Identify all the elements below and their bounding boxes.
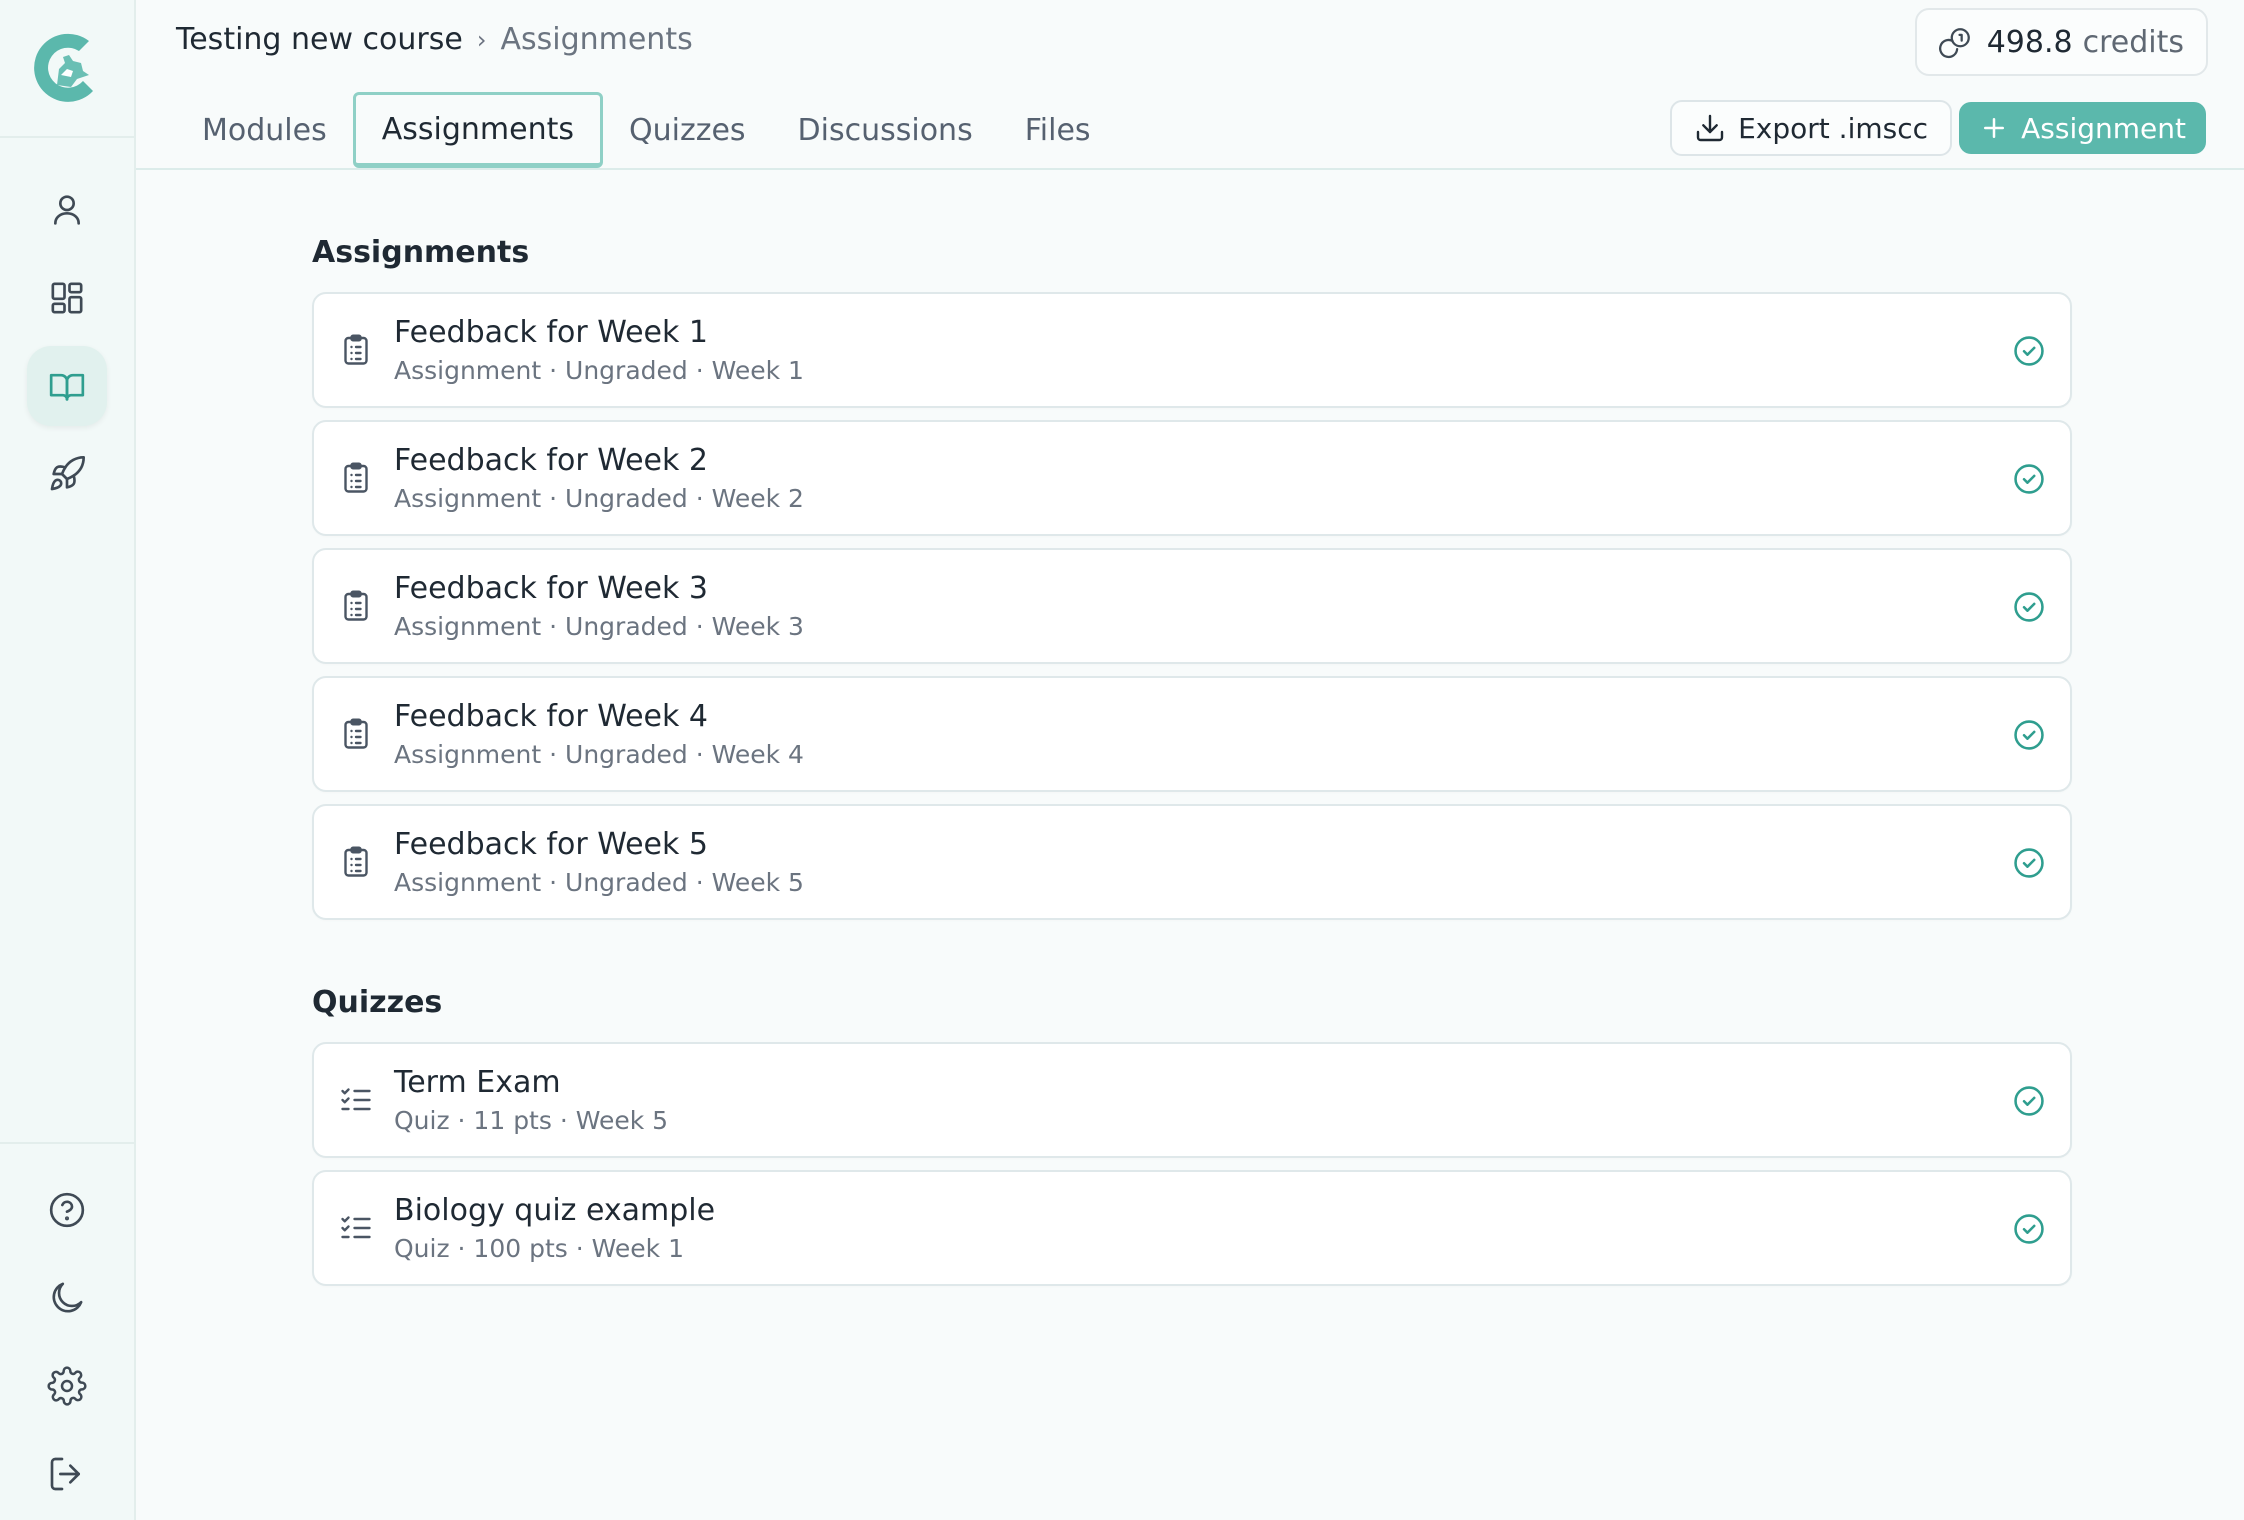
list-checks-icon <box>341 1088 371 1111</box>
clipboard-list-icon <box>344 846 368 877</box>
credits-unit: credits <box>2082 24 2184 60</box>
quiz-text: Biology quiz example Quiz · 100 pts · We… <box>394 1192 715 1266</box>
tab-modules[interactable]: Modules <box>176 92 353 168</box>
gear-icon <box>47 1366 87 1406</box>
page-header: Testing new course › Assignments 498.8 c… <box>136 0 2244 170</box>
add-assignment-button[interactable]: Assignment <box>1959 102 2206 154</box>
assignment-text: Feedback for Week 4 Assignment · Ungrade… <box>394 698 804 772</box>
tab-quizzes[interactable]: Quizzes <box>603 92 772 168</box>
main-content: Assignments Feedback for Week 1 Assignme… <box>312 170 2072 1298</box>
sidebar-item-theme[interactable] <box>27 1258 107 1338</box>
plus-icon <box>1984 118 2005 138</box>
assignment-title: Feedback for Week 4 <box>394 699 709 734</box>
course-tabs: Modules Assignments Quizzes Discussions … <box>176 92 1117 170</box>
sidebar-item-logout[interactable] <box>27 1434 107 1514</box>
app-logo[interactable] <box>27 23 107 113</box>
clipboard-list-icon <box>344 334 368 365</box>
breadcrumb-separator: › <box>476 25 487 54</box>
assignment-meta: Assignment · Ungraded · Week 4 <box>394 740 804 769</box>
sidebar-item-dashboard[interactable] <box>27 258 107 338</box>
sidebar-item-launch[interactable] <box>27 434 107 514</box>
check-circle-icon <box>2014 720 2044 750</box>
clipboard-list-icon <box>344 590 368 621</box>
assignment-title: Feedback for Week 1 <box>394 315 709 350</box>
sidebar-item-settings[interactable] <box>27 1346 107 1426</box>
assignment-row[interactable]: Feedback for Week 3 Assignment · Ungrade… <box>312 548 2072 664</box>
assignment-text: Feedback for Week 1 Assignment · Ungrade… <box>394 314 804 388</box>
breadcrumb: Testing new course › Assignments <box>176 22 693 57</box>
dashboard-icon <box>51 282 83 314</box>
assignment-text: Feedback for Week 5 Assignment · Ungrade… <box>394 826 804 900</box>
coins-icon <box>1938 28 1970 59</box>
assignment-meta: Assignment · Ungraded · Week 1 <box>394 356 804 385</box>
sidebar <box>0 0 136 1520</box>
check-circle-icon <box>2014 336 2044 366</box>
assignment-meta: Assignment · Ungraded · Week 2 <box>394 484 804 513</box>
check-circle-icon <box>2014 1214 2044 1244</box>
download-icon <box>1696 114 1724 142</box>
assignment-row[interactable]: Feedback for Week 1 Assignment · Ungrade… <box>312 292 2072 408</box>
sidebar-nav <box>0 170 134 522</box>
export-imscc-button[interactable]: Export .imscc <box>1670 100 1952 156</box>
quiz-text: Term Exam Quiz · 11 pts · Week 5 <box>394 1064 668 1138</box>
assignment-row[interactable]: Feedback for Week 4 Assignment · Ungrade… <box>312 676 2072 792</box>
rocket-icon <box>50 455 85 491</box>
help-circle-icon <box>49 1192 85 1228</box>
quiz-row[interactable]: Term Exam Quiz · 11 pts · Week 5 <box>312 1042 2072 1158</box>
breadcrumb-current: Assignments <box>500 22 693 57</box>
assignment-row[interactable]: Feedback for Week 2 Assignment · Ungrade… <box>312 420 2072 536</box>
assignment-text: Feedback for Week 2 Assignment · Ungrade… <box>394 442 804 516</box>
check-circle-icon <box>2014 592 2044 622</box>
check-circle-icon <box>2014 848 2044 878</box>
check-circle-icon <box>2014 1086 2044 1116</box>
assignment-text: Feedback for Week 3 Assignment · Ungrade… <box>394 570 804 644</box>
add-button-label: Assignment <box>2021 111 2186 145</box>
app-logo-area <box>0 0 134 138</box>
sidebar-item-courses[interactable] <box>27 346 107 426</box>
assignment-row[interactable]: Feedback for Week 5 Assignment · Ungrade… <box>312 804 2072 920</box>
quizzes-list: Term Exam Quiz · 11 pts · Week 5 Biology… <box>312 1042 2072 1286</box>
list-checks-icon <box>341 1216 371 1239</box>
quiz-meta: Quiz · 11 pts · Week 5 <box>394 1106 669 1135</box>
user-icon <box>54 195 80 225</box>
export-button-label: Export .imscc <box>1738 111 1928 145</box>
clipboard-list-icon <box>344 718 368 749</box>
sidebar-item-profile[interactable] <box>27 170 107 250</box>
credits-badge[interactable]: 498.8 credits <box>1914 8 2208 76</box>
quiz-title: Term Exam <box>394 1065 561 1100</box>
check-circle-icon <box>2014 464 2044 494</box>
assignments-list: Feedback for Week 1 Assignment · Ungrade… <box>312 292 2072 920</box>
quiz-meta: Quiz · 100 pts · Week 1 <box>394 1234 684 1263</box>
logout-icon <box>50 1457 80 1491</box>
assignments-section-title: Assignments <box>312 235 530 270</box>
tab-assignments[interactable]: Assignments <box>352 92 603 168</box>
assignment-title: Feedback for Week 2 <box>394 443 709 478</box>
assignment-title: Feedback for Week 5 <box>394 827 709 862</box>
moon-icon <box>52 1282 83 1313</box>
book-open-icon <box>49 373 85 401</box>
sidebar-item-help[interactable] <box>27 1170 107 1250</box>
assignment-title: Feedback for Week 3 <box>394 571 709 606</box>
clipboard-list-icon <box>344 462 368 493</box>
tab-files[interactable]: Files <box>999 92 1117 168</box>
assignment-meta: Assignment · Ungraded · Week 5 <box>394 868 804 897</box>
breadcrumb-course[interactable]: Testing new course <box>176 22 463 57</box>
assignment-meta: Assignment · Ungraded · Week 3 <box>394 612 804 641</box>
credits-amount: 498.8 <box>1986 24 2073 60</box>
quizzes-section-title: Quizzes <box>312 985 443 1020</box>
tab-discussions[interactable]: Discussions <box>772 92 999 168</box>
quiz-title: Biology quiz example <box>394 1193 716 1228</box>
quiz-row[interactable]: Biology quiz example Quiz · 100 pts · We… <box>312 1170 2072 1286</box>
sidebar-footer <box>0 1142 134 1520</box>
